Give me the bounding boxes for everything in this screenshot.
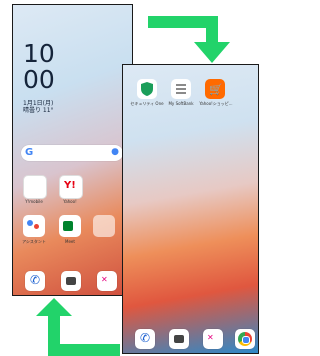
phone-dock-icon[interactable]: ✆ [25, 271, 45, 291]
camera-dock-icon[interactable] [169, 329, 189, 349]
softbank-icon[interactable] [171, 79, 191, 99]
meet-app-icon[interactable] [59, 215, 81, 237]
phone-dock-icon[interactable]: ✆ [135, 329, 155, 349]
folder-app-icon[interactable] [93, 215, 115, 237]
google-search-bar[interactable]: G ● [21, 145, 123, 161]
message-dock-icon[interactable]: ✕ [97, 271, 117, 291]
shopping-cart-icon[interactable]: 🛒 [205, 79, 225, 99]
softbank-label: My SoftBank [168, 101, 194, 106]
google-logo-icon: G [25, 147, 34, 158]
security-label: セキュリティ One [130, 101, 164, 106]
security-shield-icon[interactable] [137, 79, 157, 99]
date-weather: 1月1日(月) 晴曇り 11° [23, 100, 54, 114]
ymobile-label: Y!mobile [25, 199, 43, 204]
date-line: 1月1日(月) [23, 100, 54, 107]
clock-hour: 10 [23, 39, 55, 68]
meet-label: Meet [65, 239, 75, 244]
weather-line: 晴曇り 11° [23, 107, 54, 114]
ymobile-app-icon[interactable] [23, 175, 47, 199]
front-phone-screen: セキュリティ One My SoftBank 🛒 Yahoo!ショッピ... ✆… [122, 64, 259, 354]
clock-minute: 00 [23, 65, 55, 94]
arrow-right-down-icon [148, 16, 230, 63]
assistant-app-icon[interactable] [23, 215, 45, 237]
arrow-left-up-icon [36, 298, 120, 356]
yahoo-label: Yahoo! [63, 199, 77, 204]
chrome-dock-icon[interactable] [235, 329, 255, 349]
message-dock-icon[interactable]: ✕ [203, 329, 223, 349]
back-phone-screen: 10 00 1月1日(月) 晴曇り 11° G ● Y!mobile Y! Ya… [12, 4, 133, 296]
shopping-label: Yahoo!ショッピ... [199, 101, 233, 106]
yahoo-app-icon[interactable]: Y! [59, 175, 83, 199]
mic-icon[interactable]: ● [111, 147, 119, 157]
assistant-label: アシスタント [22, 239, 46, 244]
lock-clock: 10 00 [23, 41, 55, 93]
camera-dock-icon[interactable] [61, 271, 81, 291]
